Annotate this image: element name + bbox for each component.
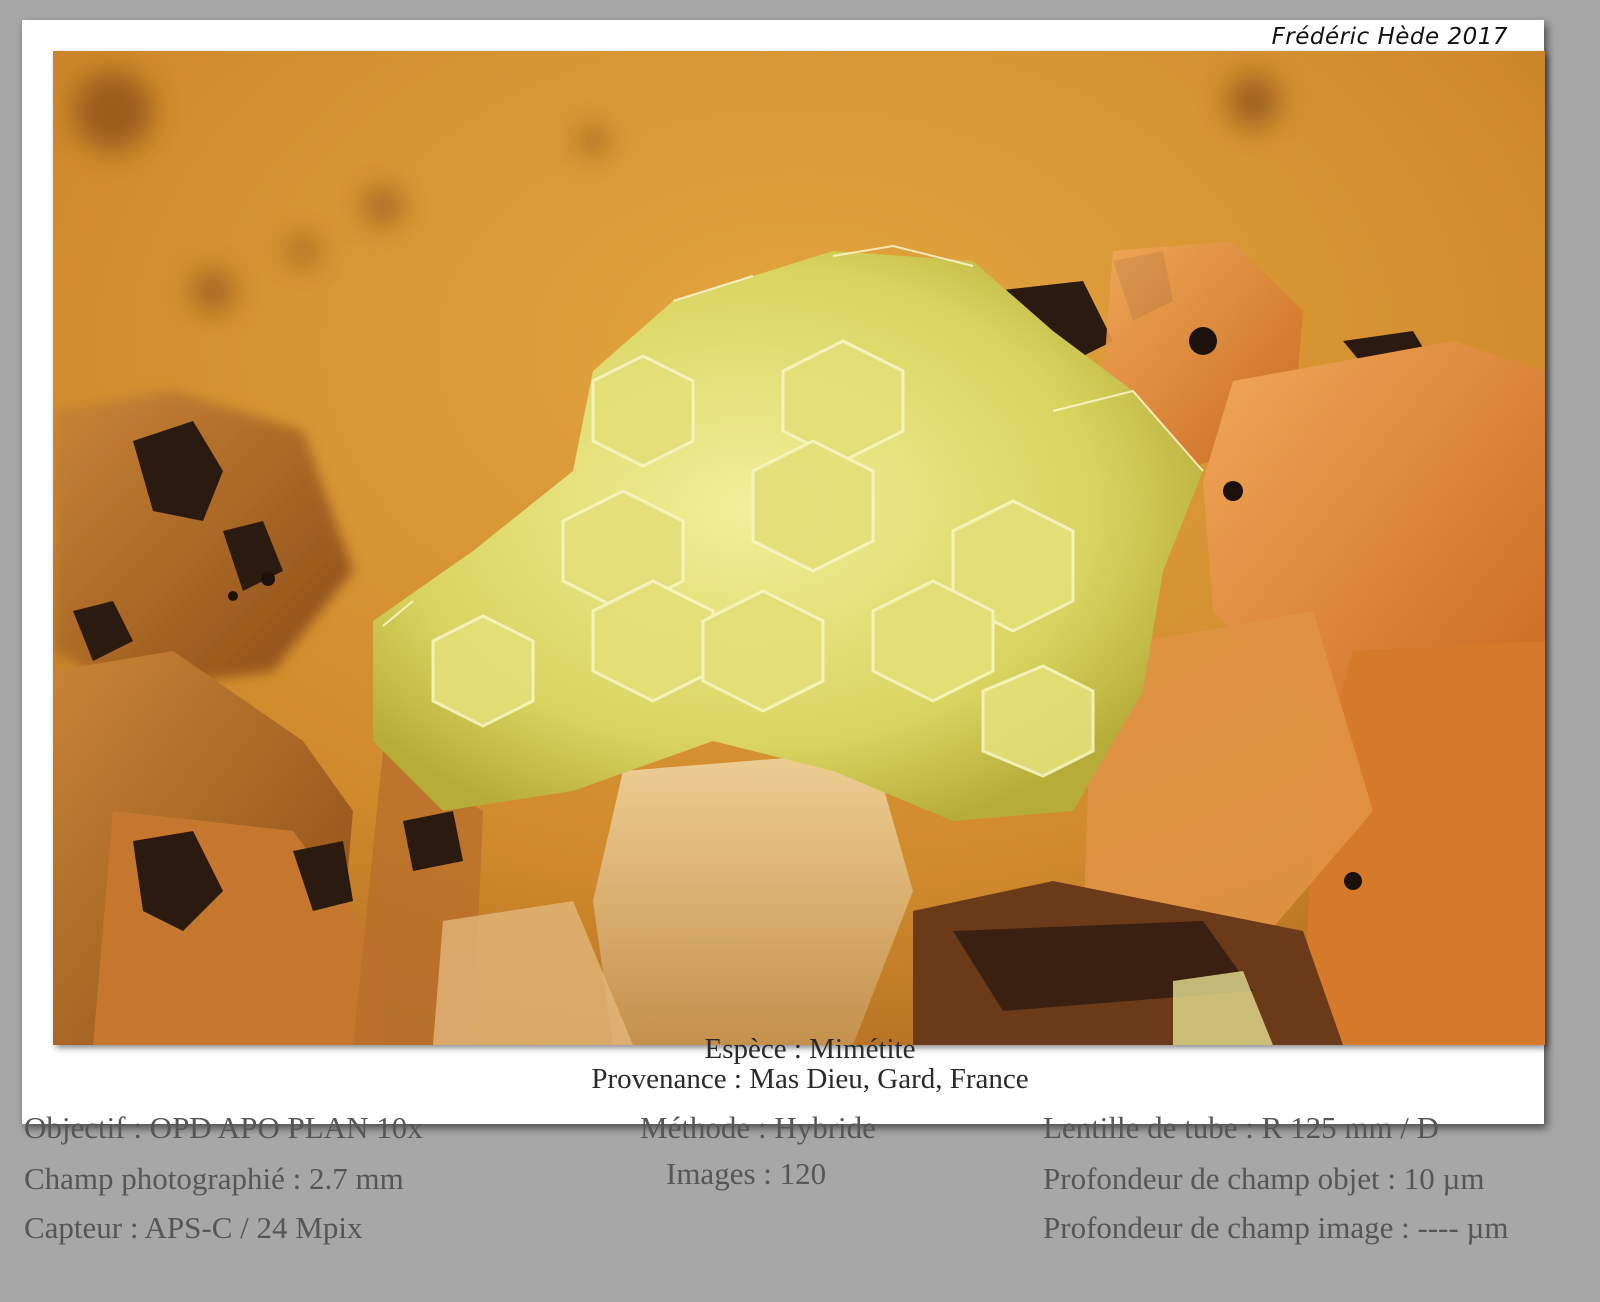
spec-images: Images : 120 <box>666 1156 827 1191</box>
spec-sensor: Capteur : APS-C / 24 Mpix <box>24 1210 363 1245</box>
spec-object-dof: Profondeur de champ objet : 10 µm <box>1043 1161 1485 1196</box>
spec-objective: Objectif : OPD APO PLAN 10x <box>24 1110 423 1145</box>
specimen-photo <box>53 51 1545 1045</box>
photographer-signature: Frédéric Hède 2017 <box>1271 24 1508 50</box>
spec-field: Champ photographié : 2.7 mm <box>24 1161 404 1196</box>
origin-caption: Provenance : Mas Dieu, Gard, France <box>591 1063 1029 1095</box>
photo-card: Frédéric Hède 2017 <box>22 20 1545 1124</box>
spec-method: Méthode : Hybride <box>640 1110 876 1145</box>
species-caption: Espèce : Mimétite <box>704 1033 916 1065</box>
spec-image-dof: Profondeur de champ image : ---- µm <box>1043 1210 1509 1245</box>
spec-tube-lens: Lentille de tube : R 125 mm / D <box>1043 1110 1440 1145</box>
